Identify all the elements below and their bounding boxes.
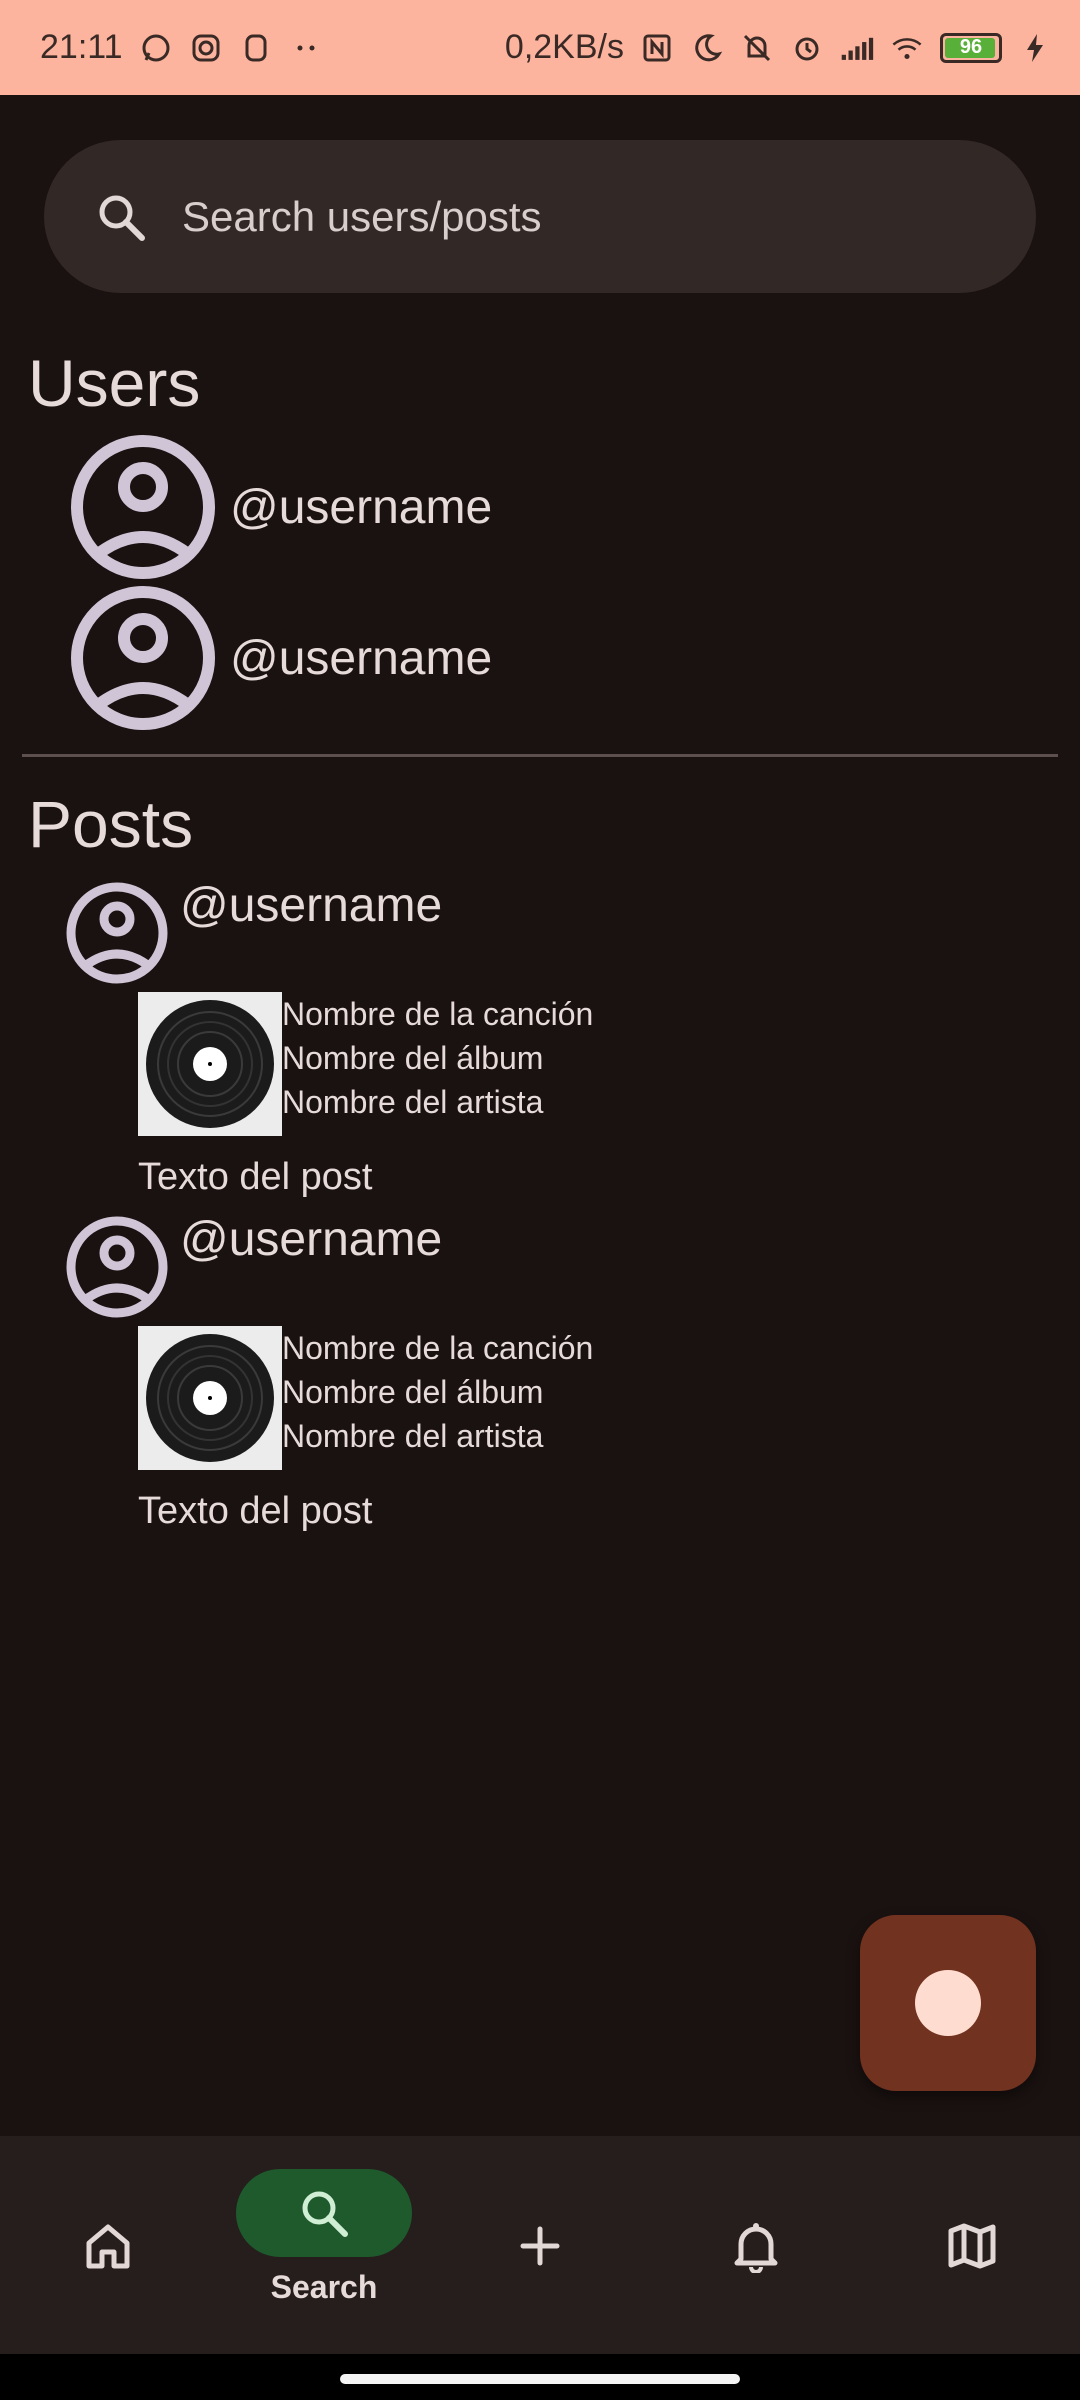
user-username: @username [230, 631, 493, 685]
nav-map[interactable] [864, 2136, 1080, 2354]
status-bar: 21:11 0,2KB/s 96 [0, 0, 1080, 95]
album-name: Nombre del álbum [282, 1374, 544, 1410]
signal-icon [840, 31, 874, 65]
artist-name: Nombre del artista [282, 1084, 544, 1120]
account-circle-icon [71, 586, 215, 730]
plus-icon [520, 2226, 560, 2266]
search-icon [302, 2191, 348, 2237]
post-result-2[interactable]: @username Nombre de la canción Nombre de… [64, 1213, 964, 1534]
nav-add[interactable] [432, 2136, 648, 2354]
song-info: Nombre de la canción Nombre del álbum No… [282, 992, 593, 1124]
battery-level: 96 [959, 36, 983, 58]
album-cover [138, 992, 282, 1136]
whatsapp-icon [139, 31, 173, 65]
bell-icon [734, 2223, 778, 2273]
album-name: Nombre del álbum [282, 1040, 544, 1076]
nav-home[interactable] [0, 2136, 216, 2354]
record-fab-button[interactable] [860, 1915, 1036, 2091]
account-circle-icon [71, 435, 215, 579]
post-username: @username [180, 879, 443, 932]
section-divider [22, 754, 1058, 757]
home-icon [86, 2224, 130, 2269]
users-heading: Users [28, 346, 201, 420]
post-username: @username [180, 1213, 443, 1266]
search-bar[interactable] [44, 140, 1036, 293]
bottom-navigation: Search [0, 2136, 1080, 2354]
charging-icon [1018, 31, 1052, 65]
artist-name: Nombre del artista [282, 1418, 544, 1454]
vinyl-record-icon [146, 1000, 274, 1128]
more-dots-icon [289, 31, 323, 65]
album-cover [138, 1326, 282, 1470]
search-screen: 21:11 0,2KB/s 96 Search users/posts User… [0, 0, 1080, 2400]
battery-icon: 96 [940, 32, 1002, 63]
user-result-1[interactable]: @username [68, 432, 492, 582]
account-circle-icon [66, 882, 168, 984]
mute-icon [740, 31, 774, 65]
song-name: Nombre de la canción [282, 1330, 594, 1366]
song-info: Nombre de la canción Nombre del álbum No… [282, 1326, 593, 1458]
net-speed: 0,2KB/s [504, 28, 624, 66]
status-time: 21:11 [40, 28, 123, 66]
vinyl-record-icon [146, 1334, 274, 1462]
nav-search-label: Search [270, 2269, 378, 2305]
record-icon [915, 1970, 981, 2036]
alarm-icon [790, 31, 824, 65]
nav-search[interactable]: Search [216, 2136, 432, 2354]
post-text: Texto del post [138, 1490, 373, 1532]
gesture-bar [0, 2354, 1080, 2400]
nav-notifications[interactable] [648, 2136, 864, 2354]
wifi-icon [890, 31, 924, 65]
search-input[interactable] [182, 192, 982, 241]
post-result-1[interactable]: @username Nombre de la canción Nombre de… [64, 879, 964, 1200]
moon-icon [690, 31, 724, 65]
notification-icon [239, 31, 273, 65]
user-username: @username [230, 480, 493, 534]
home-gesture-handle[interactable] [340, 2374, 740, 2384]
search-icon [99, 195, 145, 241]
instagram-icon [189, 31, 223, 65]
nfc-icon [640, 31, 674, 65]
map-icon [948, 2223, 996, 2269]
posts-heading: Posts [28, 787, 194, 861]
song-name: Nombre de la canción [282, 996, 594, 1032]
user-result-2[interactable]: @username [68, 583, 492, 733]
account-circle-icon [66, 1216, 168, 1318]
post-text: Texto del post [138, 1156, 373, 1198]
